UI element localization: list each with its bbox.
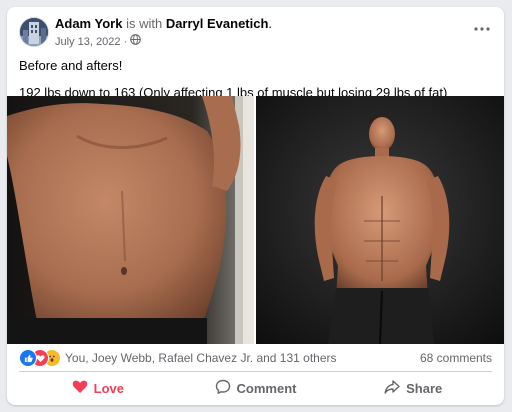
love-button[interactable]: Love [19, 373, 177, 403]
comment-button[interactable]: Comment [177, 373, 335, 403]
post-meta: July 13, 2022 · [55, 34, 141, 49]
more-options-button[interactable] [470, 17, 494, 37]
with-text: is with [126, 16, 163, 31]
share-button[interactable]: Share [334, 373, 492, 403]
author-line: Adam York is with Darryl Evanetich. [55, 16, 272, 32]
meta-separator: · [123, 35, 128, 48]
share-label: Share [406, 380, 443, 396]
divider [19, 371, 492, 372]
post-header: Adam York is with Darryl Evanetich. July… [7, 7, 504, 53]
reaction-icons[interactable] [19, 349, 63, 367]
like-icon [19, 349, 37, 367]
action-bar: Love Comment Share [19, 373, 492, 403]
post-text-line: Before and afters! [19, 58, 123, 73]
comment-count[interactable]: 68 comments [420, 351, 492, 365]
globe-icon[interactable] [130, 34, 141, 49]
share-icon [384, 379, 400, 398]
reaction-summary[interactable]: You, Joey Webb, Rafael Chavez Jr. and 13… [65, 351, 337, 365]
post-date[interactable]: July 13, 2022 [55, 35, 120, 49]
reactions-row: You, Joey Webb, Rafael Chavez Jr. and 13… [19, 349, 492, 367]
author-name[interactable]: Adam York [55, 16, 122, 31]
comment-icon [215, 379, 231, 398]
post-card: Adam York is with Darryl Evanetich. July… [7, 7, 504, 405]
avatar[interactable] [19, 17, 49, 47]
tagged-suffix: . [268, 16, 273, 31]
before-photo[interactable] [7, 96, 254, 344]
heart-icon [72, 379, 88, 397]
love-label: Love [93, 380, 124, 396]
more-horizontal-icon [474, 18, 490, 36]
after-photo[interactable] [256, 96, 504, 344]
photo-grid [7, 96, 504, 344]
tagged-name[interactable]: Darryl Evanetich [166, 16, 269, 31]
comment-label: Comment [236, 380, 297, 396]
